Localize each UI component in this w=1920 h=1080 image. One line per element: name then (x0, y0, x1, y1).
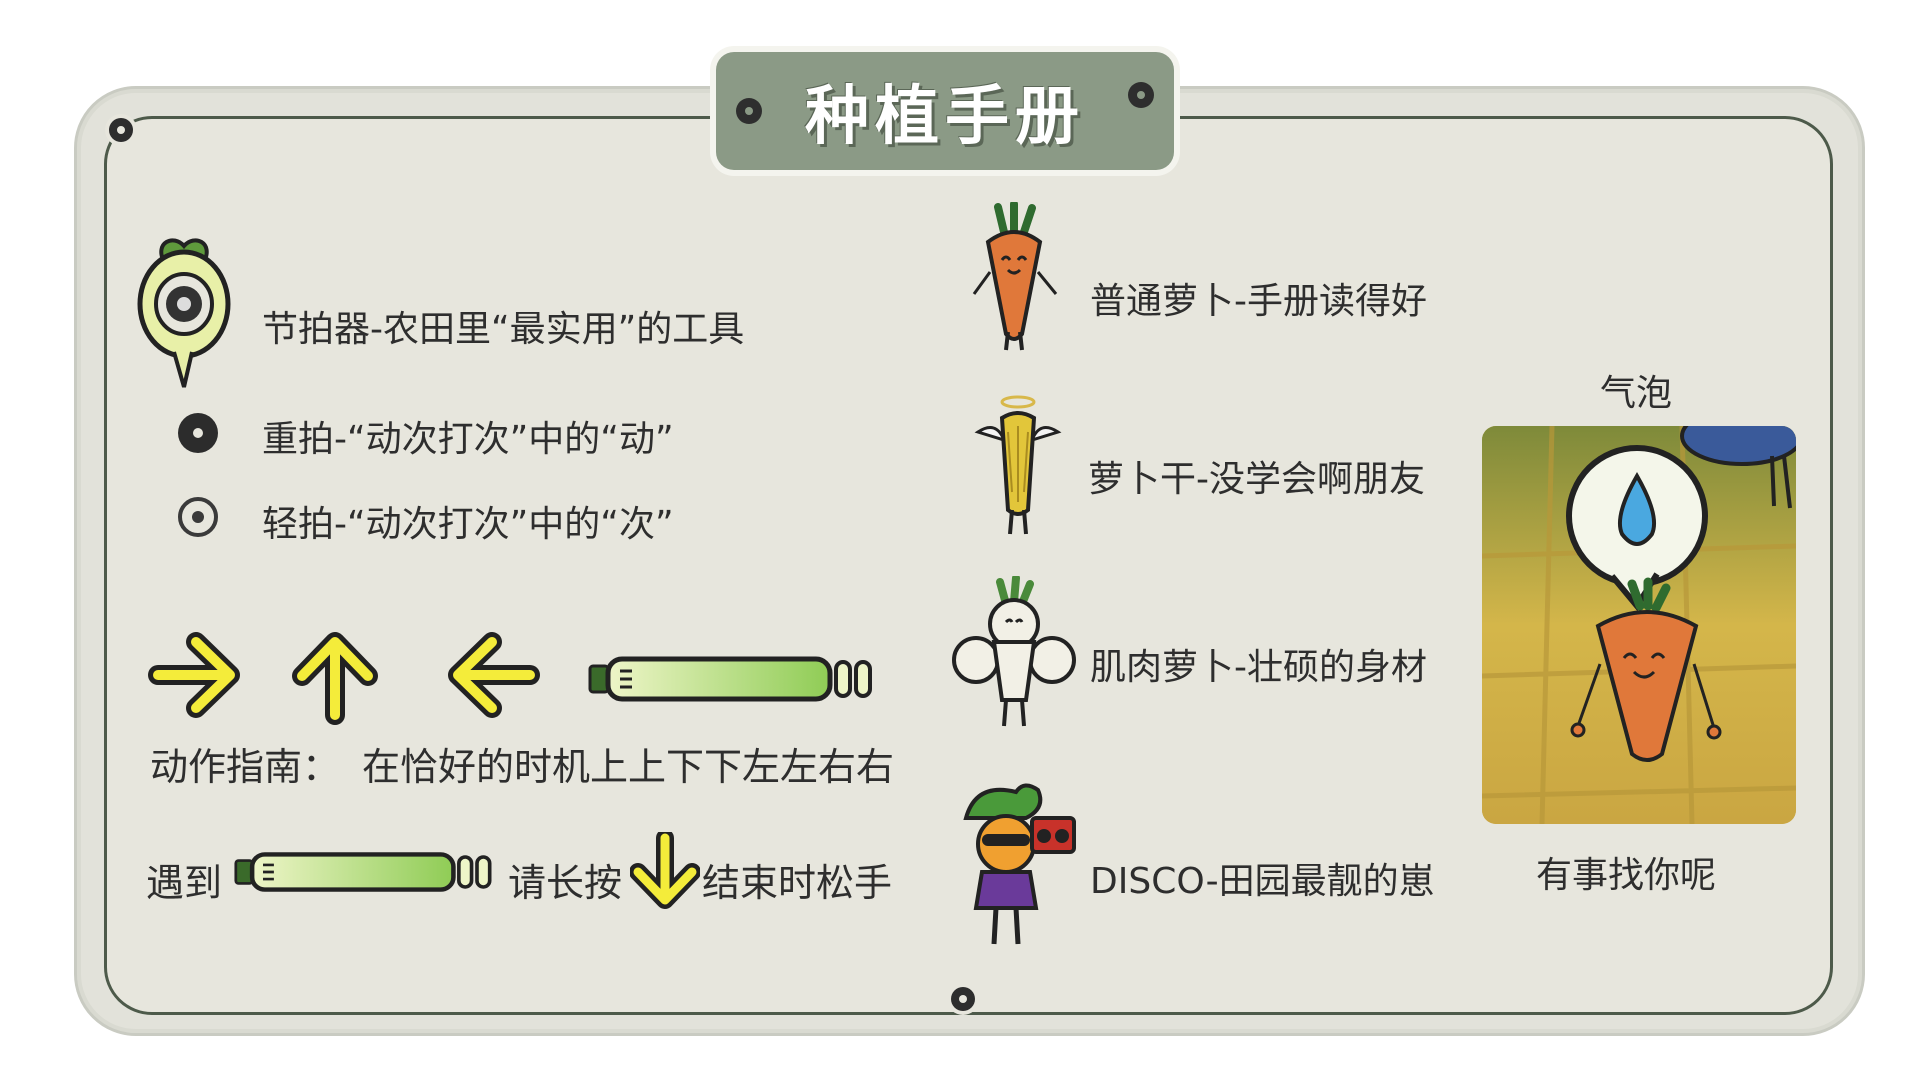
bubble-illustration (1482, 426, 1796, 824)
light-beat-icon (178, 497, 218, 537)
dried-radish-icon (974, 395, 1062, 535)
bubble-caption: 有事找你呢 (1536, 855, 1717, 896)
heavy-beat-label: 重拍-“动次打次”中的“动” (262, 419, 674, 460)
hold-bar-icon (588, 656, 872, 702)
hold-mid: 请长按 (508, 861, 623, 905)
character-name: 普通萝卜-手册读得好 (1090, 281, 1427, 322)
heavy-beat-icon (178, 413, 218, 453)
hold-suffix: 结束时松手 (702, 861, 893, 905)
page-title: 种植手册 (805, 80, 1085, 154)
character-name: 肌肉萝卜-壮硕的身材 (1090, 647, 1427, 688)
character-name: 萝卜干-没学会啊朋友 (1088, 459, 1425, 500)
corner-rivet-icon (109, 118, 133, 142)
arrow-up-icon (292, 632, 378, 725)
bubble-scene-icon (1482, 426, 1796, 824)
hold-bar-icon (234, 852, 492, 892)
bubble-title: 气泡 (1600, 373, 1673, 414)
character-name: DISCO-田园最靓的崽 (1090, 861, 1435, 902)
muscle-radish-icon (952, 576, 1076, 727)
bottom-rivet-icon (951, 987, 975, 1011)
guide-label: 动作指南： (150, 745, 341, 789)
metronome-radish-icon (137, 238, 231, 388)
hold-prefix: 遇到 (146, 861, 223, 905)
light-beat-label: 轻拍-“动次打次”中的“次” (262, 504, 674, 545)
arrow-down-icon (630, 832, 700, 909)
rivet-icon (1128, 82, 1154, 108)
title-plate: 种植手册 (716, 52, 1174, 170)
carrot-icon (972, 202, 1058, 351)
arrow-left-icon (448, 632, 540, 718)
disco-radish-icon (963, 783, 1076, 945)
rivet-icon (736, 98, 762, 124)
arrow-right-icon (148, 632, 240, 718)
metronome-description: 节拍器-农田里“最实用”的工具 (262, 309, 745, 350)
guide-text: 在恰好的时机上上下下左左右右 (362, 745, 895, 789)
